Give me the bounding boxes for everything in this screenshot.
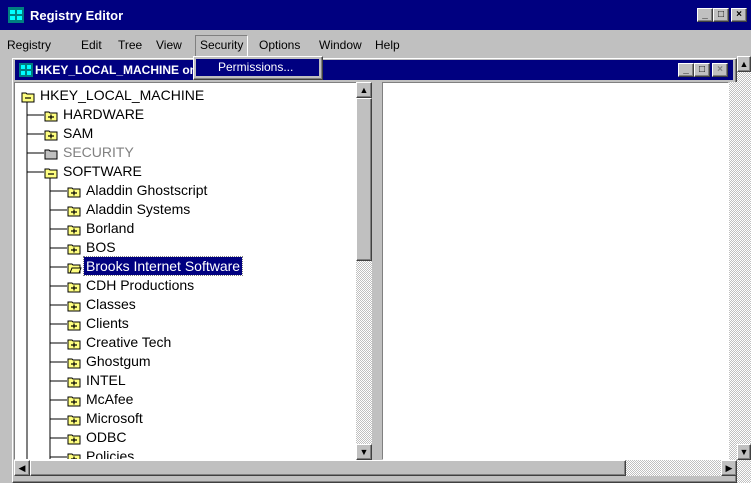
- values-pane[interactable]: [382, 82, 729, 460]
- menu-tree[interactable]: Tree: [114, 36, 146, 54]
- permissions-menu-item[interactable]: Permissions...: [196, 59, 319, 76]
- child-window-title: HKEY_LOCAL_MACHINE on Local Machine: [35, 63, 197, 77]
- folder-expand-icon[interactable]: [67, 451, 82, 459]
- tree-scrollbar-thumb[interactable]: [356, 98, 372, 261]
- folder-expand-icon[interactable]: [67, 318, 82, 331]
- registry-hive-icon[interactable]: [19, 63, 33, 77]
- folder-expand-icon[interactable]: [67, 356, 82, 369]
- tree-node-label[interactable]: Classes: [84, 295, 138, 313]
- tree-node-label[interactable]: Borland: [84, 219, 136, 237]
- main-scroll-up-arrow-icon[interactable]: ▲: [737, 56, 751, 72]
- tree-node-label[interactable]: Brooks Internet Software: [82, 256, 244, 276]
- menu-options[interactable]: Options: [255, 36, 304, 54]
- main-scroll-down-arrow-icon[interactable]: ▼: [737, 444, 751, 460]
- tree-node-label[interactable]: HARDWARE: [61, 105, 146, 123]
- folder-expand-icon[interactable]: [67, 204, 82, 217]
- folder-disabled-icon[interactable]: [44, 147, 59, 160]
- folder-expand-icon[interactable]: [67, 185, 82, 198]
- tree-node-label[interactable]: Aladdin Ghostscript: [84, 181, 209, 199]
- tree-node-label[interactable]: SAM: [61, 124, 95, 142]
- main-vertical-scrollbar[interactable]: [737, 56, 751, 483]
- child-close-button[interactable]: ×: [712, 63, 728, 77]
- folder-expand-icon[interactable]: [67, 375, 82, 388]
- child-minimize-button[interactable]: _: [678, 63, 694, 77]
- pane-splitter[interactable]: [372, 82, 382, 460]
- menu-help[interactable]: Help: [371, 36, 404, 54]
- tree-node-label[interactable]: Creative Tech: [84, 333, 173, 351]
- folder-expand-icon[interactable]: [44, 128, 59, 141]
- tree-node-label[interactable]: SOFTWARE: [61, 162, 144, 180]
- folder-expand-icon[interactable]: [67, 223, 82, 236]
- tree-node-label[interactable]: INTEL: [84, 371, 128, 389]
- folder-expand-icon[interactable]: [67, 394, 82, 407]
- folder-expand-icon[interactable]: [67, 242, 82, 255]
- menu-window[interactable]: Window: [315, 36, 366, 54]
- menu-registry[interactable]: Registry: [3, 36, 55, 54]
- folder-open-icon[interactable]: [67, 261, 82, 274]
- tree-node-label[interactable]: ODBC: [84, 428, 128, 446]
- scroll-up-arrow-icon[interactable]: ▲: [356, 82, 372, 98]
- values-vertical-scrollbar[interactable]: [729, 82, 737, 460]
- folder-open-icon[interactable]: [21, 90, 36, 103]
- scroll-down-arrow-icon[interactable]: ▼: [356, 444, 372, 460]
- menu-security[interactable]: Security: [195, 35, 249, 57]
- folder-expand-icon[interactable]: [67, 432, 82, 445]
- tree-node-label[interactable]: BOS: [84, 238, 118, 256]
- tree-node-label[interactable]: HKEY_LOCAL_MACHINE: [38, 86, 206, 104]
- folder-expand-icon[interactable]: [67, 413, 82, 426]
- tree-node-label[interactable]: Aladdin Systems: [84, 200, 192, 218]
- minimize-button[interactable]: _: [697, 8, 713, 22]
- folder-expand-icon[interactable]: [67, 337, 82, 350]
- tree-node-label[interactable]: McAfee: [84, 390, 135, 408]
- registry-app-icon[interactable]: [8, 7, 24, 23]
- window-title: Registry Editor: [30, 8, 124, 23]
- menu-view[interactable]: View: [152, 36, 186, 54]
- scroll-right-arrow-icon[interactable]: ▶: [721, 460, 737, 476]
- child-maximize-button[interactable]: □: [694, 63, 710, 77]
- close-button[interactable]: ×: [731, 8, 747, 22]
- tree-node-label[interactable]: Ghostgum: [84, 352, 153, 370]
- horizontal-scrollbar-thumb[interactable]: [30, 460, 626, 476]
- folder-expand-icon[interactable]: [67, 280, 82, 293]
- tree-node-label[interactable]: Policies: [84, 447, 136, 459]
- tree-node-label[interactable]: SECURITY: [61, 143, 136, 161]
- menu-edit[interactable]: Edit: [77, 36, 106, 54]
- folder-open-icon[interactable]: [44, 166, 59, 179]
- scroll-left-arrow-icon[interactable]: ◀: [14, 460, 30, 476]
- tree-node-label[interactable]: Clients: [84, 314, 131, 332]
- key-tree-pane[interactable]: HKEY_LOCAL_MACHINE HARDWARE SAM SECURITY SOF…: [14, 82, 372, 460]
- folder-expand-icon[interactable]: [67, 299, 82, 312]
- tree-node-label[interactable]: CDH Productions: [84, 276, 196, 294]
- maximize-button[interactable]: □: [713, 8, 729, 22]
- tree-node-label[interactable]: Microsoft: [84, 409, 145, 427]
- folder-expand-icon[interactable]: [44, 109, 59, 122]
